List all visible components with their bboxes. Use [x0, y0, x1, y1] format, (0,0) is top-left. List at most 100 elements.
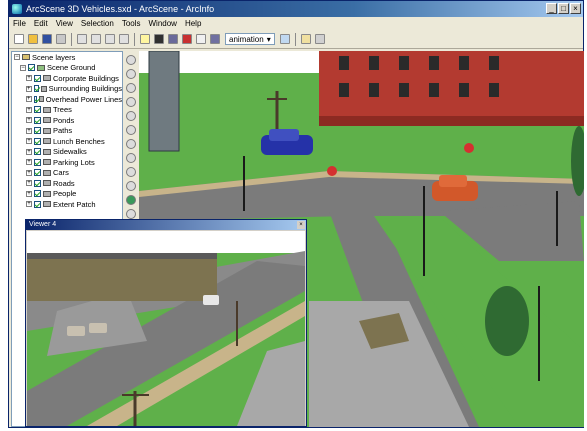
- full-extent-nav-icon[interactable]: [126, 153, 136, 163]
- group-icon: [37, 64, 45, 71]
- collapse-icon[interactable]: −: [14, 54, 20, 61]
- toc-root[interactable]: − Scene layers: [12, 52, 122, 63]
- layer-item[interactable]: + People: [12, 189, 122, 200]
- layer-label: Corporate Buildings: [53, 73, 119, 83]
- expand-icon[interactable]: +: [26, 117, 32, 124]
- maximize-button[interactable]: □: [558, 3, 569, 14]
- collapse-icon[interactable]: −: [20, 64, 26, 71]
- expand-icon[interactable]: +: [26, 85, 32, 92]
- layer-icon: [43, 127, 51, 134]
- window-title: ArcScene 3D Vehicles.sxd - ArcScene - Ar…: [26, 4, 215, 14]
- open-icon[interactable]: [28, 34, 38, 44]
- layer-item[interactable]: + Extent Patch: [12, 199, 122, 210]
- scene-properties-icon[interactable]: [210, 34, 220, 44]
- globe-icon[interactable]: [126, 195, 136, 205]
- viewer-4-scene[interactable]: [27, 231, 305, 426]
- toc-group[interactable]: − Scene Ground: [12, 63, 122, 74]
- layer-icon: [43, 75, 51, 82]
- animation-record-icon[interactable]: [182, 34, 192, 44]
- expand-icon[interactable]: +: [26, 148, 32, 155]
- layer-checkbox[interactable]: [34, 190, 41, 198]
- expand-icon[interactable]: +: [26, 96, 32, 103]
- identify-icon[interactable]: [126, 181, 136, 191]
- menu-view[interactable]: View: [56, 19, 73, 28]
- layer-item[interactable]: + Parking Lots: [12, 157, 122, 168]
- layer-checkbox[interactable]: [34, 200, 41, 208]
- viewer-4-canvas[interactable]: [27, 231, 305, 426]
- window: [459, 56, 469, 70]
- layer-item[interactable]: + Overhead Power Lines: [12, 94, 122, 105]
- full-extent-icon[interactable]: [154, 34, 164, 44]
- title-bar[interactable]: ArcScene 3D Vehicles.sxd - ArcScene - Ar…: [9, 1, 583, 17]
- layer-checkbox[interactable]: [34, 148, 41, 156]
- layer-checkbox[interactable]: [33, 85, 39, 93]
- capture-icon[interactable]: [314, 34, 325, 44]
- expand-icon[interactable]: +: [26, 106, 32, 113]
- layer-item[interactable]: + Cars: [12, 168, 122, 179]
- layer-item[interactable]: + Paths: [12, 126, 122, 137]
- new-icon[interactable]: [14, 34, 24, 44]
- layer-item[interactable]: + Roads: [12, 178, 122, 189]
- layer-item[interactable]: + Corporate Buildings: [12, 73, 122, 84]
- delete-icon[interactable]: [119, 34, 129, 44]
- viewer-4-window[interactable]: Viewer 4 ×: [25, 219, 307, 427]
- expand-icon[interactable]: +: [26, 159, 32, 166]
- open-folder-icon[interactable]: [300, 34, 311, 44]
- paste-icon[interactable]: [105, 34, 115, 44]
- cut-icon[interactable]: [77, 34, 87, 44]
- layer-item[interactable]: + Ponds: [12, 115, 122, 126]
- layer-checkbox[interactable]: [34, 158, 41, 166]
- layer-checkbox[interactable]: [34, 179, 41, 187]
- navigate-icon[interactable]: [126, 55, 136, 65]
- print-icon[interactable]: [56, 34, 66, 44]
- viewer-4-close-button[interactable]: ×: [297, 221, 305, 229]
- minimize-button[interactable]: _: [546, 3, 557, 14]
- pan-icon[interactable]: [126, 111, 136, 121]
- layer-checkbox[interactable]: [34, 116, 41, 124]
- select-features-icon[interactable]: [126, 167, 136, 177]
- layer-checkbox[interactable]: [34, 106, 41, 114]
- layer-label: Lunch Benches: [53, 136, 105, 146]
- menu-file[interactable]: File: [13, 19, 26, 28]
- layer-checkbox[interactable]: [34, 127, 41, 135]
- layer-item[interactable]: + Surrounding Buildings: [12, 84, 122, 95]
- expand-icon[interactable]: +: [26, 169, 32, 176]
- target-icon[interactable]: [126, 125, 136, 135]
- add-data-icon[interactable]: [140, 34, 150, 44]
- viewer-icon[interactable]: [196, 34, 206, 44]
- menu-window[interactable]: Window: [149, 19, 177, 28]
- layer-checkbox[interactable]: [34, 74, 41, 82]
- layer-checkbox[interactable]: [34, 137, 41, 145]
- menu-tools[interactable]: Tools: [122, 19, 141, 28]
- save-icon[interactable]: [42, 34, 52, 44]
- close-button[interactable]: ×: [570, 3, 581, 14]
- zoom-out-icon[interactable]: [126, 97, 136, 107]
- measure-icon[interactable]: [126, 209, 136, 219]
- layer-item[interactable]: + Trees: [12, 105, 122, 116]
- layer-checkbox[interactable]: [34, 169, 41, 177]
- viewer-4-title-bar[interactable]: Viewer 4 ×: [26, 220, 306, 230]
- copy-icon[interactable]: [91, 34, 101, 44]
- window: [339, 56, 349, 70]
- layer-item[interactable]: + Lunch Benches: [12, 136, 122, 147]
- fly-icon[interactable]: [126, 69, 136, 79]
- menu-edit[interactable]: Edit: [34, 19, 48, 28]
- layer-checkbox[interactable]: [33, 95, 38, 103]
- expand-icon[interactable]: +: [26, 201, 32, 208]
- expand-icon[interactable]: +: [26, 190, 32, 197]
- menu-help[interactable]: Help: [185, 19, 201, 28]
- expand-icon[interactable]: +: [26, 138, 32, 145]
- group-checkbox[interactable]: [28, 64, 35, 72]
- menu-selection[interactable]: Selection: [81, 19, 114, 28]
- apartment-buildings: [27, 256, 217, 301]
- animation-dropdown[interactable]: animation ▾: [225, 33, 275, 45]
- parked-car: [67, 326, 85, 336]
- zoom-in-icon[interactable]: [126, 83, 136, 93]
- play-icon[interactable]: [279, 34, 290, 44]
- center-on-target-icon[interactable]: [126, 139, 136, 149]
- layer-item[interactable]: + Sidewalks: [12, 147, 122, 158]
- layer-properties-icon[interactable]: [168, 34, 178, 44]
- expand-icon[interactable]: +: [26, 127, 32, 134]
- expand-icon[interactable]: +: [26, 75, 32, 82]
- expand-icon[interactable]: +: [26, 180, 32, 187]
